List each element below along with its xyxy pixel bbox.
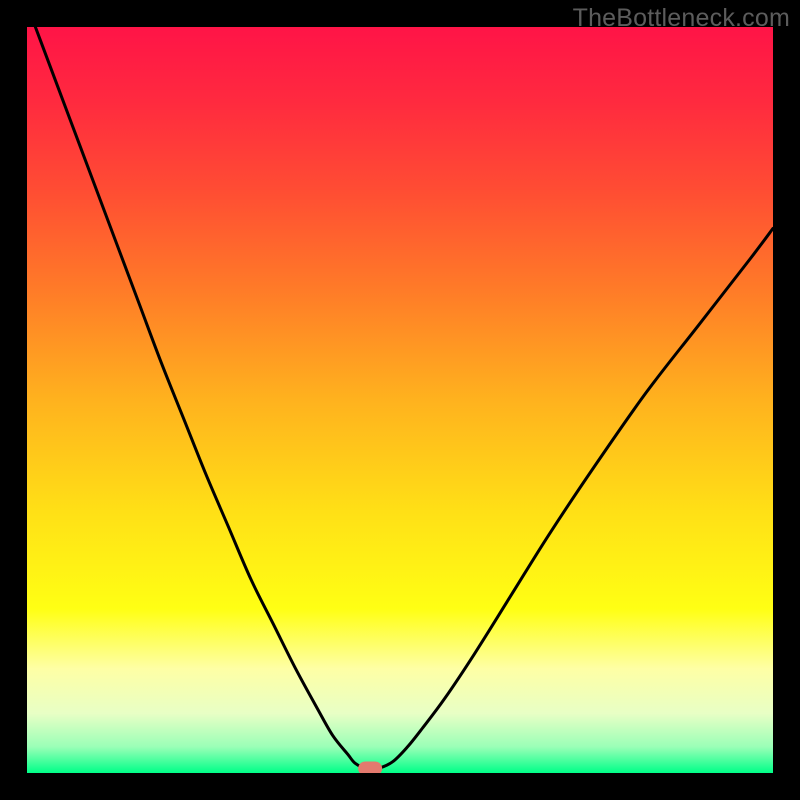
- optimal-point-marker: [358, 762, 382, 773]
- gradient-background: [27, 27, 773, 773]
- chart-frame: TheBottleneck.com: [0, 0, 800, 800]
- watermark-text: TheBottleneck.com: [573, 4, 790, 33]
- plot-area: [27, 27, 773, 773]
- bottleneck-curve-chart: [27, 27, 773, 773]
